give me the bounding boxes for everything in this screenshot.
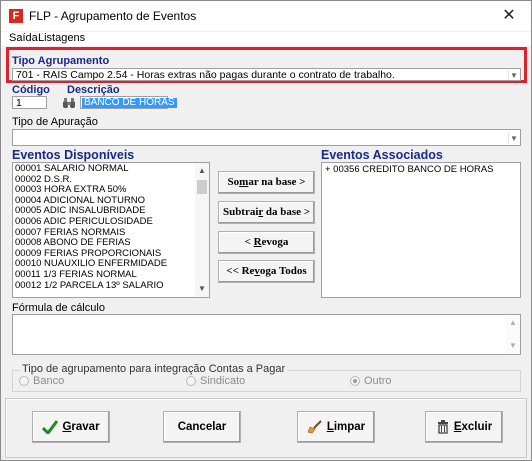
codigo-label: Código <box>12 84 50 96</box>
formula-textarea[interactable]: ▲ ▼ <box>12 314 521 355</box>
eventos-disponiveis-label: Eventos Disponíveis <box>12 148 135 162</box>
radio-outro[interactable] <box>350 376 360 386</box>
list-item[interactable]: 00012 1/2 PARCELA 13º SALARIO <box>13 280 195 292</box>
descricao-label: Descrição <box>67 84 120 96</box>
excluir-button[interactable]: Excluir <box>425 411 503 443</box>
revoga-todos-button[interactable]: << Revoga Todos <box>218 260 315 283</box>
formula-scrollbar[interactable]: ▲ ▼ <box>506 315 520 354</box>
tipo-apuracao-label: Tipo de Apuração <box>12 116 98 128</box>
tipo-agrupamento-value: 701 - RAIS Campo 2.54 - Horas extras não… <box>16 69 395 81</box>
cancelar-button[interactable]: Cancelar <box>163 411 241 443</box>
scroll-thumb[interactable] <box>197 180 207 194</box>
menu-item-listagens[interactable]: Listagens <box>38 32 85 44</box>
menu-item-saida[interactable]: Saída <box>9 32 38 44</box>
list-item[interactable]: 00006 ADIC PERICULOSIDADE <box>13 216 195 228</box>
radio-banco-label: Banco <box>33 375 65 387</box>
trash-icon <box>437 419 448 434</box>
scroll-down-icon[interactable]: ▼ <box>506 340 520 352</box>
binoculars-icon <box>63 98 75 108</box>
codigo-input[interactable]: 1 <box>12 96 47 109</box>
list-item[interactable]: 00011 1/3 FERIAS NORMAL <box>13 269 195 281</box>
integracao-label: Tipo de agrupamento para integração Cont… <box>20 363 288 375</box>
gravar-button[interactable]: Gravar <box>32 411 110 443</box>
title-bar: F FLP - Agrupamento de Eventos ✕ <box>1 1 531 31</box>
chevron-down-icon[interactable]: ▼ <box>508 133 519 144</box>
chevron-down-icon[interactable]: ▼ <box>508 70 519 80</box>
eventos-associados-label: Eventos Associados <box>321 148 443 162</box>
radio-banco[interactable] <box>19 376 29 386</box>
window-title: FLP - Agrupamento de Eventos <box>29 9 197 23</box>
tipo-agrupamento-select[interactable]: 701 - RAIS Campo 2.54 - Horas extras não… <box>12 68 521 81</box>
eventos-disponiveis-scrollbar[interactable]: ▲ ▼ <box>195 163 209 297</box>
tipo-apuracao-select[interactable]: ▼ <box>12 129 521 146</box>
list-item[interactable]: + 00356 CREDITO BANCO DE HORAS <box>323 164 519 176</box>
tipo-agrupamento-label: Tipo Agrupamento <box>12 55 110 67</box>
search-button[interactable] <box>62 97 76 109</box>
somar-na-base-button[interactable]: Somar na base > <box>218 171 315 194</box>
radio-outro-label: Outro <box>364 375 392 387</box>
limpar-button[interactable]: Limpar <box>297 411 375 443</box>
checkmark-icon <box>42 420 59 434</box>
subtrair-da-base-button[interactable]: Subtrair da base > <box>218 201 315 224</box>
broom-icon <box>307 420 322 434</box>
close-button[interactable]: ✕ <box>487 1 531 31</box>
list-item[interactable]: 00001 SALARIO NORMAL <box>13 163 195 175</box>
main-window: F FLP - Agrupamento de Eventos ✕ Saída L… <box>0 0 532 461</box>
radio-sindicato-label: Sindicato <box>200 375 246 387</box>
descricao-input[interactable]: BANCO DE HORAS <box>80 96 177 109</box>
formula-label: Fórmula de cálculo <box>12 302 105 314</box>
menu-bar: Saída Listagens <box>1 32 531 46</box>
scroll-up-icon[interactable]: ▲ <box>195 165 209 177</box>
scroll-down-icon[interactable]: ▼ <box>195 283 209 295</box>
eventos-disponiveis-list[interactable]: 00001 SALARIO NORMAL 00002 D.S.R. 00003 HO… <box>12 162 210 298</box>
eventos-associados-list[interactable]: + 00356 CREDITO BANCO DE HORAS <box>321 162 521 298</box>
descricao-value: BANCO DE HORAS <box>82 97 177 108</box>
revoga-button[interactable]: < Revoga <box>218 231 315 254</box>
scroll-up-icon[interactable]: ▲ <box>506 317 520 329</box>
radio-sindicato[interactable] <box>186 376 196 386</box>
app-f-icon: F <box>9 9 23 23</box>
